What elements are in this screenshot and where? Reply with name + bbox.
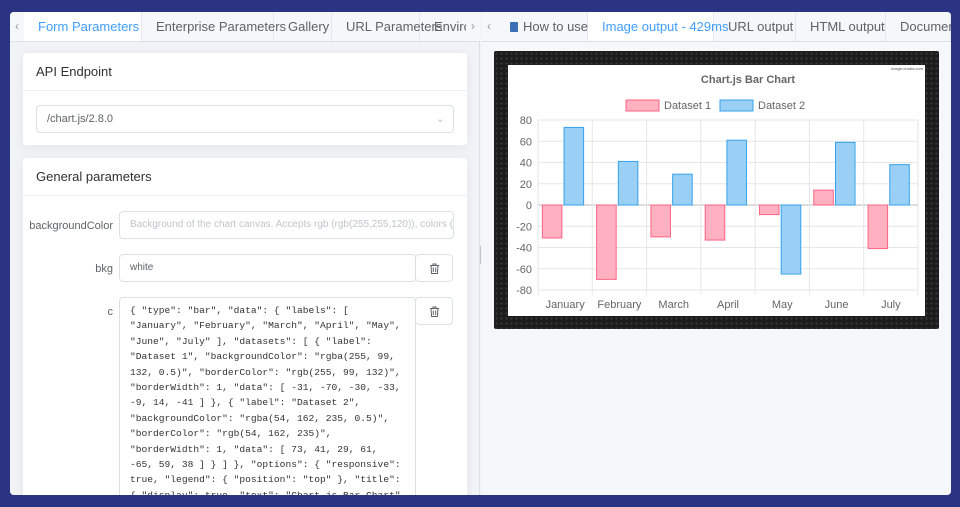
y-tick-label: 0: [526, 200, 532, 212]
bar-series1-february: [596, 204, 617, 280]
x-tick-label: May: [772, 299, 793, 311]
tab-url-parameters[interactable]: URL Parameters: [332, 12, 442, 41]
x-tick-label: June: [825, 299, 849, 311]
right-tab-bar: ‹ How to use Image output - 429ms URL ou…: [482, 12, 951, 42]
bar-series1-march: [650, 204, 671, 238]
legend-label-2: Dataset 2: [758, 100, 805, 112]
y-tick-label: 60: [520, 136, 532, 148]
tab-scroll-left-icon[interactable]: ‹: [482, 12, 496, 41]
bar-series2-march: [672, 173, 693, 206]
c-delete-button[interactable]: [415, 297, 453, 325]
c-label: c: [107, 306, 114, 318]
bkg-input[interactable]: white: [119, 254, 416, 282]
y-tick-label: 20: [520, 179, 532, 191]
tab-how-to-use-label: How to use: [523, 19, 589, 34]
x-tick-label: January: [546, 299, 586, 311]
y-tick-label: -60: [516, 264, 532, 276]
tab-how-to-use[interactable]: How to use: [496, 12, 589, 41]
legend-swatch-1: [625, 99, 660, 112]
general-parameters-card: General parameters backgroundColor Backg…: [22, 157, 468, 495]
y-tick-label: -80: [516, 285, 532, 297]
legend-swatch-2: [719, 99, 754, 112]
bar-series2-january: [563, 126, 585, 206]
api-endpoint-title: API Endpoint: [23, 53, 467, 91]
general-parameters-title: General parameters: [23, 158, 467, 196]
x-tick-label: April: [717, 299, 739, 311]
bar-series2-february: [617, 160, 639, 206]
tab-image-output[interactable]: Image output - 429ms: [588, 12, 728, 41]
tab-form-parameters[interactable]: Form Parameters: [24, 12, 142, 41]
bar-series2-april: [726, 139, 747, 206]
chevron-down-icon: ⌄: [435, 113, 445, 125]
trash-icon: [430, 306, 439, 317]
x-tick-label: March: [658, 299, 689, 311]
legend-label-1: Dataset 1: [664, 100, 711, 112]
bar-series1-january: [541, 204, 563, 239]
tab-html-output[interactable]: HTML output: [796, 12, 886, 41]
y-tick-label: 40: [520, 158, 532, 170]
x-tick-label: July: [881, 299, 901, 311]
x-tick-label: February: [597, 299, 642, 311]
background-color-label: backgroundColor: [29, 220, 113, 232]
app-frame: ‹ Form Parameters Enterprise Parameters …: [10, 12, 951, 495]
tab-url-output[interactable]: URL output: [714, 12, 796, 41]
tab-scroll-right-icon[interactable]: ›: [466, 12, 480, 41]
api-endpoint-card: API Endpoint /chart.js/2.8.0 ⌄: [22, 52, 468, 146]
bkg-delete-button[interactable]: [415, 254, 453, 282]
y-tick-label: -40: [516, 243, 532, 255]
tab-enterprise-parameters[interactable]: Enterprise Parameters: [142, 12, 286, 41]
api-endpoint-select[interactable]: /chart.js/2.8.0 ⌄: [36, 105, 454, 133]
tab-scroll-left-icon[interactable]: ‹: [10, 12, 24, 41]
right-pane: ‹ How to use Image output - 429ms URL ou…: [482, 12, 951, 495]
left-pane: ‹ Form Parameters Enterprise Parameters …: [10, 12, 480, 495]
chart-title: Chart.js Bar Chart: [701, 74, 795, 86]
y-tick-label: -20: [516, 221, 532, 233]
bar-chart: Chart.js Bar Chart Dataset 1 Dataset 2 80 60…: [516, 74, 919, 311]
bar-series2-july: [889, 164, 910, 206]
bar-series2-may: [780, 204, 802, 275]
background-color-input[interactable]: Background of the chart canvas. Accepts …: [119, 211, 454, 239]
bar-series1-may: [758, 204, 780, 216]
image-output-box: image-charts.com Chart.js Bar Chart Datas…: [494, 51, 939, 329]
chart-image: image-charts.com Chart.js Bar Chart Datas…: [508, 65, 925, 316]
bkg-label: bkg: [95, 263, 113, 275]
tab-gallery[interactable]: Gallery: [274, 12, 332, 41]
bar-series1-july: [867, 204, 889, 250]
tab-documentation[interactable]: Documer: [886, 12, 951, 41]
y-tick-label: 80: [520, 115, 532, 127]
api-endpoint-value: /chart.js/2.8.0: [47, 113, 114, 125]
bar-series1-april: [704, 204, 726, 241]
c-textarea[interactable]: { "type": "bar", "data": { "labels": [ "…: [119, 297, 416, 495]
bar-series2-june: [834, 141, 856, 206]
trash-icon: [430, 263, 439, 274]
book-icon: [510, 22, 518, 32]
bar-series1-june: [813, 189, 834, 206]
left-tab-bar: ‹ Form Parameters Enterprise Parameters …: [10, 12, 480, 42]
